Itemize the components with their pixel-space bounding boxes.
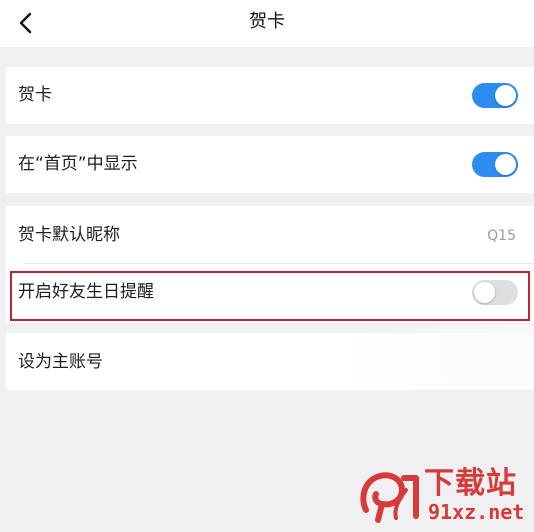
nickname-value: Q15 [487, 228, 516, 244]
setting-row-default-nickname[interactable]: 贺卡默认昵称 Q15 [6, 206, 534, 263]
show-on-home-toggle[interactable] [472, 152, 518, 177]
setting-row-show-on-home: 在“首页”中显示 [6, 136, 534, 193]
nav-bar: 贺卡 [0, 0, 534, 47]
watermark-text-en: 91xz.net [428, 500, 525, 524]
setting-label: 在“首页”中显示 [18, 154, 138, 174]
setting-row-set-primary-account[interactable]: 设为主账号 [6, 333, 534, 390]
toggle-knob [474, 282, 495, 303]
toggle-knob [495, 85, 516, 106]
setting-label: 贺卡默认昵称 [18, 225, 120, 245]
watermark: 下载站 91xz.net [358, 468, 528, 526]
setting-row-greeting-card: 贺卡 [6, 67, 534, 124]
settings-screen: 贺卡 贺卡 在“首页”中显示 贺卡默认昵称 Q15 开启好友生日提醒 设为主账号 [0, 0, 534, 532]
settings-group: 贺卡默认昵称 Q15 开启好友生日提醒 [6, 206, 534, 323]
setting-label: 贺卡 [18, 85, 52, 105]
page-title: 贺卡 [249, 11, 285, 32]
setting-label: 开启好友生日提醒 [18, 282, 154, 302]
watermark-text-cn: 下载站 [424, 466, 517, 501]
toggle-knob [495, 154, 516, 175]
setting-label: 设为主账号 [18, 352, 103, 372]
watermark-logo-icon [360, 472, 419, 523]
setting-row-birthday-reminder: 开启好友生日提醒 [6, 264, 534, 323]
birthday-reminder-toggle[interactable] [472, 280, 518, 305]
greeting-card-toggle[interactable] [472, 83, 518, 108]
